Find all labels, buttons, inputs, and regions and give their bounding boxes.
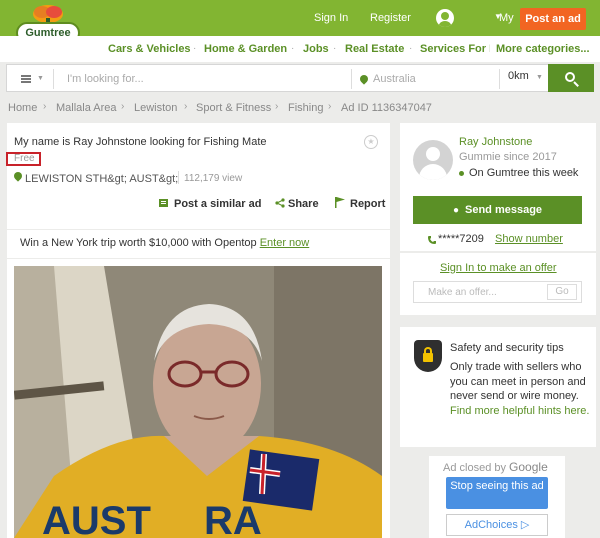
ad-location: LEWISTON STH&gt; AUST&gt; xyxy=(25,173,179,185)
price-label: Free xyxy=(6,152,41,166)
photo-image: AUST RA xyxy=(14,266,382,538)
svg-text:RA: RA xyxy=(204,499,262,538)
offer-input[interactable]: Make an offer... Go xyxy=(413,281,582,303)
shield-lock-icon xyxy=(414,340,442,372)
send-message-button[interactable]: ● Send message xyxy=(413,196,582,224)
promo-enter-link[interactable]: Enter now xyxy=(260,237,310,249)
view-count: 112,179 view xyxy=(184,173,243,184)
online-status-dot xyxy=(459,171,464,176)
my-menu[interactable]: My xyxy=(499,12,514,24)
search-bar: ▼ I'm looking for... Australia 0km ▼ xyxy=(0,62,600,94)
category-more[interactable]: More categories... xyxy=(496,43,590,55)
seller-status: On Gumtree this week xyxy=(469,167,579,179)
category-separator: · xyxy=(409,43,413,54)
search-input[interactable]: I'm looking for... xyxy=(67,73,144,85)
seller-name[interactable]: Ray Johnstone xyxy=(459,136,532,148)
breadcrumb-suburb[interactable]: Lewiston xyxy=(134,102,177,114)
category-services[interactable]: Services For I xyxy=(420,43,490,55)
go-button[interactable]: Go xyxy=(547,284,577,300)
search-box: ▼ I'm looking for... Australia xyxy=(6,64,552,92)
breadcrumb-home[interactable]: Home xyxy=(8,102,37,114)
promo-banner: Win a New York trip worth $10,000 with O… xyxy=(20,237,309,249)
register-link[interactable]: Register xyxy=(370,12,411,24)
svg-text:AUST: AUST xyxy=(42,499,151,538)
category-separator: · xyxy=(193,43,197,54)
seller-avatar xyxy=(413,140,453,180)
list-icon[interactable] xyxy=(21,75,31,83)
breadcrumb-category[interactable]: Sport & Fitness xyxy=(196,102,271,114)
sign-in-offer-link[interactable]: Sign In to make an offer xyxy=(440,262,557,274)
seller-since: Gummie since 2017 xyxy=(459,151,557,163)
ad-title: My name is Ray Johnstone looking for Fis… xyxy=(14,136,267,148)
stop-seeing-ad-button[interactable]: Stop seeing this ad xyxy=(446,477,548,509)
user-avatar-icon[interactable] xyxy=(436,9,454,27)
google-label: Google xyxy=(509,460,548,474)
post-ad-button[interactable]: Post an ad xyxy=(520,8,586,30)
safety-text: Only trade with sellers who you can meet… xyxy=(450,361,586,403)
ad-closed-label: Ad closed by Google xyxy=(443,460,548,474)
chat-bubble-icon: ● xyxy=(452,205,459,216)
safety-body: Only trade with sellers who you can meet… xyxy=(450,360,590,418)
category-home-garden[interactable]: Home & Garden xyxy=(204,43,287,55)
category-bar: Cars & Vehicles · Home & Garden · Jobs ·… xyxy=(0,36,600,62)
breadcrumb-ad-id: Ad ID 1136347047 xyxy=(341,102,432,114)
flag-icon xyxy=(335,197,345,208)
phone-number: *****7209 xyxy=(438,233,484,245)
show-number-link[interactable]: Show number xyxy=(495,233,563,245)
report-button[interactable]: Report xyxy=(350,198,385,210)
breadcrumb-area[interactable]: Mallala Area xyxy=(56,102,117,114)
safety-link[interactable]: Find more helpful hints here. xyxy=(450,405,589,417)
category-cars[interactable]: Cars & Vehicles xyxy=(108,43,191,55)
post-similar-button[interactable]: Post a similar ad xyxy=(174,198,261,210)
distance-select[interactable]: 0km xyxy=(508,70,529,82)
category-real-estate[interactable]: Real Estate xyxy=(345,43,404,55)
search-icon xyxy=(565,72,575,82)
share-button[interactable]: Share xyxy=(288,198,319,210)
promo-text: Win a New York trip worth $10,000 with O… xyxy=(20,237,257,249)
sign-in-link[interactable]: Sign In xyxy=(314,12,348,24)
ad-photo[interactable]: AUST RA xyxy=(14,266,382,538)
top-bar: Gumtree Sign In Register ▼ My Post an ad xyxy=(0,0,600,44)
breadcrumb-subcategory[interactable]: Fishing xyxy=(288,102,323,114)
location-pin-icon xyxy=(358,73,370,85)
share-icon xyxy=(275,198,285,208)
location-input[interactable]: Australia xyxy=(373,73,416,85)
category-separator: · xyxy=(291,43,295,54)
star-icon[interactable]: ★ xyxy=(364,135,378,149)
caret-down-icon: ▼ xyxy=(536,74,543,81)
phone-icon xyxy=(428,236,436,244)
category-jobs[interactable]: Jobs xyxy=(303,43,329,55)
offer-placeholder: Make an offer... xyxy=(428,287,497,298)
search-button[interactable] xyxy=(548,64,594,92)
adchoices-button[interactable]: AdChoices ▷ xyxy=(446,514,548,536)
post-similar-icon xyxy=(159,199,168,207)
caret-down-icon: ▼ xyxy=(37,75,44,82)
category-separator: · xyxy=(333,43,337,54)
safety-title: Safety and security tips xyxy=(450,342,564,354)
send-message-label: Send message xyxy=(465,204,543,216)
